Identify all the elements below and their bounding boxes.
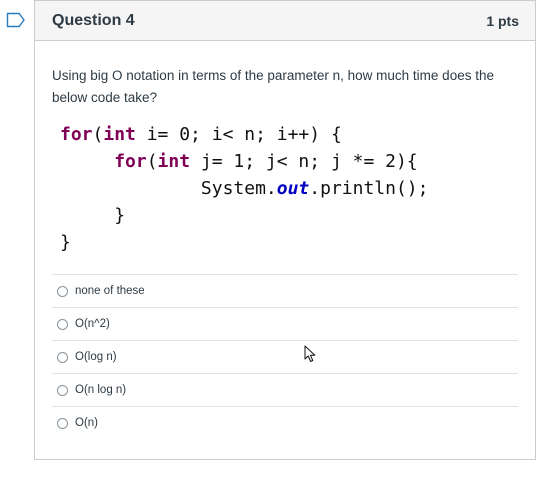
code-line-1: for(int i= 0; i< n; i++) { xyxy=(60,124,342,145)
code-line-5: } xyxy=(60,232,71,253)
question-header: Question 4 1 pts xyxy=(35,1,535,41)
radio-button[interactable] xyxy=(57,417,68,429)
mouse-pointer-icon xyxy=(304,345,316,362)
answer-option[interactable]: O(n) xyxy=(52,406,518,439)
answer-option[interactable]: O(n^2) xyxy=(52,307,518,340)
answer-option[interactable]: none of these xyxy=(52,274,518,307)
radio-button[interactable] xyxy=(57,318,68,330)
answer-label: O(n) xyxy=(75,417,98,429)
answer-label: O(n^2) xyxy=(75,318,110,330)
code-line-2: for(int j= 1; j< n; j *= 2){ xyxy=(114,151,418,172)
answer-label: O(n log n) xyxy=(75,384,127,396)
answer-option[interactable]: O(log n) xyxy=(52,340,518,373)
answer-option[interactable]: O(n log n) xyxy=(52,373,518,406)
answer-label: O(log n) xyxy=(75,351,117,363)
code-snippet: for(int i= 0; i< n; i++) { for(int j= 1;… xyxy=(60,121,517,256)
code-line-4: } xyxy=(114,205,126,226)
question-prompt: Using big O notation in terms of the par… xyxy=(52,68,494,105)
question-body: Using big O notation in terms of the par… xyxy=(35,41,535,256)
question-points: 1 pts xyxy=(486,12,519,29)
answer-list: none of these O(n^2) O(log n) O(n log n)… xyxy=(52,274,518,439)
code-line-3: System.out.println(); xyxy=(200,178,429,199)
answer-label: none of these xyxy=(75,285,145,297)
question-title: Question 4 xyxy=(52,11,135,29)
radio-button[interactable] xyxy=(57,351,68,363)
radio-button[interactable] xyxy=(57,285,68,297)
flag-question-icon[interactable] xyxy=(6,12,26,28)
radio-button[interactable] xyxy=(57,384,68,396)
